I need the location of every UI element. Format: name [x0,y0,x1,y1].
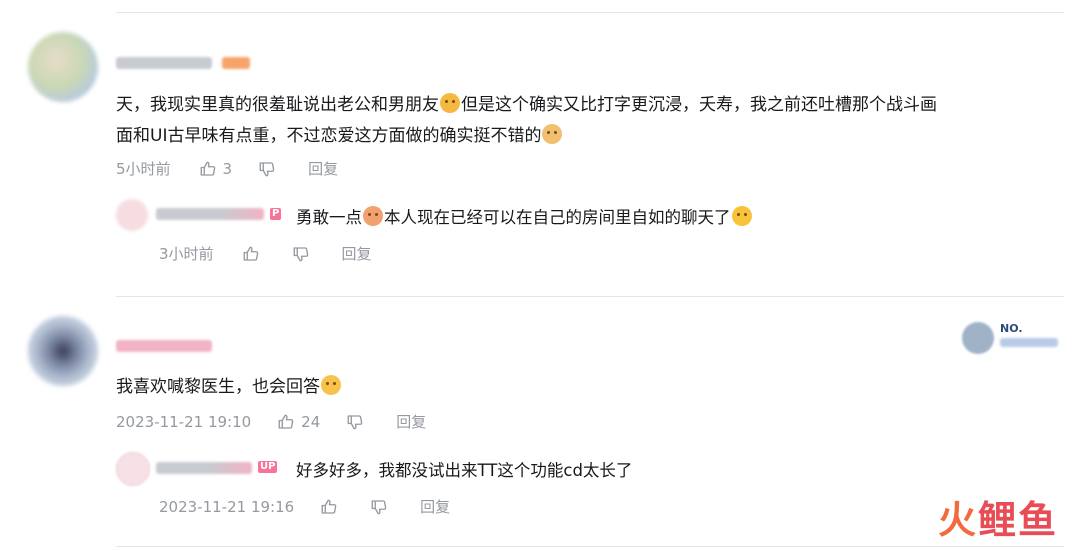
reply-like-button[interactable] [242,245,266,263]
like-count: 24 [301,412,321,431]
blush-emoji [321,375,341,395]
thumb-up-icon [199,160,217,178]
username[interactable] [116,340,212,352]
comment-meta: 5小时前 3 回复 [116,158,338,179]
reply-meta: 3小时前 回复 [159,243,372,264]
timestamp: 2023-11-21 19:10 [116,412,252,431]
thumb-down-icon [370,498,388,516]
thumb-down-icon [292,245,310,263]
fan-medal-number [1000,338,1058,347]
laugh-cry-emoji [440,93,460,113]
like-count: 3 [222,159,233,178]
like-button[interactable]: 24 [277,413,320,431]
like-button[interactable]: 3 [199,159,233,178]
dislike-button[interactable] [258,160,282,178]
fan-medal[interactable]: NO. [962,320,1062,354]
reply-content: 好多好多，我都没试出来TT这个功能cd太长了 [296,461,633,480]
reply-timestamp: 3小时前 [159,245,214,263]
thumb-up-icon [277,413,295,431]
thumb-up-icon [320,498,338,516]
doge-emoji [542,124,563,144]
bottom-divider [116,546,1064,547]
laugh-cry-emoji [731,206,752,226]
reply-meta: 2023-11-21 19:16 回复 [159,496,450,517]
reply-button[interactable]: 回复 [308,158,338,179]
reply-dislike-button[interactable] [370,498,394,516]
thumb-up-icon [242,245,260,263]
reply-user-badge: P [270,208,282,220]
avatar[interactable] [28,316,98,386]
comment-content: 天，我现实里真的很羞耻说出老公和男朋友 但是这个确实又比打字更沉浸，夭寿，我之前还… [116,93,937,115]
reply-avatar[interactable] [116,199,148,231]
reply-avatar[interactable] [116,452,150,486]
comment-content: 我喜欢喊黎医生，也会回答 [116,372,342,403]
reply-content: 勇敢一点 本人现在已经可以在自己的房间里自如的聊天了 [296,204,753,228]
reply-reply-button[interactable]: 回复 [420,496,450,517]
level-badge [222,57,250,69]
fan-medal-label: NO. [1000,322,1023,335]
avatar[interactable] [28,32,98,102]
top-divider [116,12,1064,13]
tearful-emoji [363,206,383,226]
comment-content-line-2: 面和UI古早味有点重，不过恋爱这方面做的确实挺不错的 [116,121,563,152]
reply-timestamp: 2023-11-21 19:16 [159,497,295,516]
fan-medal-avatar [962,322,994,354]
reply-user-badge: UP [258,461,278,473]
reply-dislike-button[interactable] [292,245,316,263]
reply-like-button[interactable] [320,498,344,516]
comment-divider [116,296,1064,297]
thumb-down-icon [346,413,364,431]
reply-username[interactable] [156,462,252,474]
reply-username[interactable] [156,208,264,220]
thumb-down-icon [258,160,276,178]
comment-meta: 2023-11-21 19:10 24 回复 [116,411,426,432]
reply-button[interactable]: 回复 [396,411,426,432]
reply-reply-button[interactable]: 回复 [342,243,372,264]
username[interactable] [116,57,212,69]
watermark-logo: 火鲤鱼 [937,498,1058,542]
dislike-button[interactable] [346,413,370,431]
timestamp: 5小时前 [116,160,171,178]
